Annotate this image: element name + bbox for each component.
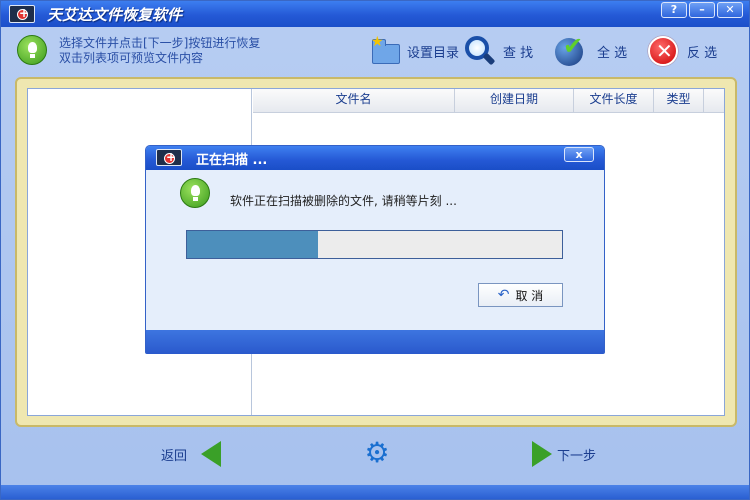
gear-icon[interactable]: ⚙ (363, 439, 391, 467)
bottom-bar: 返回 ⚙ 下一步 (1, 429, 749, 479)
green-arrow-right-icon[interactable] (532, 441, 552, 467)
scanning-dialog: 正在扫描 ... x 软件正在扫描被删除的文件, 请稍等片刻 ... ↶ 取 消 (145, 145, 605, 354)
set-directory-button[interactable]: ★ 设置目录 (371, 34, 459, 68)
column-type[interactable]: 类型 (654, 89, 704, 112)
lightbulb-icon (180, 178, 210, 208)
window-controls: ? – ✕ (661, 2, 743, 18)
globe-check-icon: ✔ (553, 32, 585, 67)
dialog-body: 软件正在扫描被删除的文件, 请稍等片刻 ... ↶ 取 消 (146, 170, 604, 330)
scan-progress-bar (186, 230, 563, 259)
dialog-app-icon (156, 149, 182, 166)
status-bar (1, 485, 749, 499)
file-list-header: 文件名 创建日期 文件长度 类型 (253, 89, 724, 113)
window-title: 天艾达文件恢复软件 (47, 6, 183, 24)
column-file-size[interactable]: 文件长度 (574, 89, 654, 112)
toolbar: 选择文件并点击[下一步]按钮进行恢复 双击列表项可预览文件内容 ★ 设置目录 查… (1, 27, 749, 73)
minimize-button[interactable]: – (689, 2, 715, 18)
next-label[interactable]: 下一步 (557, 445, 596, 464)
title-bar[interactable]: 天艾达文件恢复软件 ? – ✕ (1, 1, 749, 27)
invert-selection-button[interactable]: 反 选 (647, 34, 717, 68)
help-button[interactable]: ? (661, 2, 687, 18)
find-button[interactable]: 查 找 (463, 34, 533, 68)
column-filename[interactable]: 文件名 (253, 89, 455, 112)
green-arrow-left-icon[interactable] (201, 441, 221, 467)
select-all-button[interactable]: ✔ 全 选 (553, 32, 628, 68)
undo-icon: ↶ (497, 287, 510, 303)
hint-line-1: 选择文件并点击[下一步]按钮进行恢复 (59, 36, 261, 50)
close-button[interactable]: ✕ (717, 2, 743, 18)
dialog-footer (146, 330, 604, 354)
cancel-label: 取 消 (515, 288, 544, 303)
app-icon (9, 5, 35, 23)
red-x-icon (647, 35, 679, 67)
lightbulb-icon (17, 35, 47, 65)
hint-text: 选择文件并点击[下一步]按钮进行恢复 双击列表项可预览文件内容 (59, 36, 260, 66)
magnifier-icon (463, 35, 496, 67)
back-label[interactable]: 返回 (161, 445, 187, 464)
cancel-button[interactable]: ↶ 取 消 (478, 283, 563, 307)
dialog-close-button[interactable]: x (564, 147, 594, 162)
dialog-title: 正在扫描 ... (196, 153, 268, 168)
column-created-date[interactable]: 创建日期 (455, 89, 574, 112)
find-label: 查 找 (503, 45, 534, 61)
select-all-label: 全 选 (597, 45, 628, 61)
invert-selection-label: 反 选 (687, 45, 718, 61)
dialog-title-bar[interactable]: 正在扫描 ... x (146, 146, 604, 170)
set-directory-label: 设置目录 (407, 45, 460, 61)
hint-line-2: 双击列表项可预览文件内容 (59, 51, 204, 65)
folder-star-icon: ★ (371, 35, 403, 67)
dialog-message: 软件正在扫描被删除的文件, 请稍等片刻 ... (230, 194, 457, 208)
scan-progress-fill (187, 231, 319, 258)
